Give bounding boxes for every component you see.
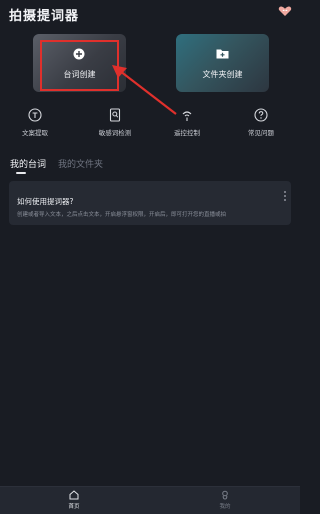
guide-description: 创建或者导入文本，之后点击文本，开启悬浮窗权限，开启后，即可打开您的直播或拍: [17, 212, 227, 218]
home-icon: [69, 490, 79, 500]
remote-signal-icon: [182, 111, 192, 121]
folder-create-label: 文件夹创建: [202, 70, 243, 79]
guide-card[interactable]: 如何使用提词器? 创建或者导入文本，之后点击文本，开启悬浮窗权限，开启后，即可打…: [9, 181, 291, 225]
nav-home[interactable]: 首页: [54, 490, 94, 510]
feature-label: 遥控控制: [174, 129, 200, 137]
feature-sensitive-word[interactable]: 敏感词检测: [85, 108, 145, 137]
feature-remote-control[interactable]: 遥控控制: [157, 108, 217, 137]
nav-home-label: 首页: [68, 504, 80, 510]
highlight-box: [40, 40, 119, 91]
feature-label: 文案提取: [22, 129, 48, 137]
text-extract-icon: [28, 108, 42, 122]
folder-create-card[interactable]: 文件夹创建: [176, 34, 269, 92]
user-icon: [222, 490, 228, 500]
feature-text-extract[interactable]: 文案提取: [5, 108, 65, 137]
nav-mine-label: 我的: [219, 504, 231, 510]
heart-crown-icon[interactable]: [278, 5, 292, 17]
question-circle-icon: [254, 108, 268, 122]
bottom-nav: 首页 我的: [0, 486, 300, 514]
feature-faq[interactable]: 常见问题: [231, 108, 291, 137]
more-vertical-icon[interactable]: [283, 190, 287, 202]
tab-indicator: [16, 172, 26, 174]
app-title: 拍摄提词器: [9, 9, 80, 24]
document-scan-icon: [109, 108, 121, 122]
nav-mine[interactable]: 我的: [205, 490, 245, 510]
guide-title: 如何使用提词器?: [17, 197, 74, 206]
tab-my-scripts[interactable]: 我的台词: [10, 157, 46, 170]
feature-label: 敏感词检测: [98, 129, 132, 137]
feature-label: 常见问题: [248, 129, 274, 137]
folder-plus-icon: [216, 49, 229, 59]
tab-my-folders[interactable]: 我的文件夹: [58, 157, 103, 170]
